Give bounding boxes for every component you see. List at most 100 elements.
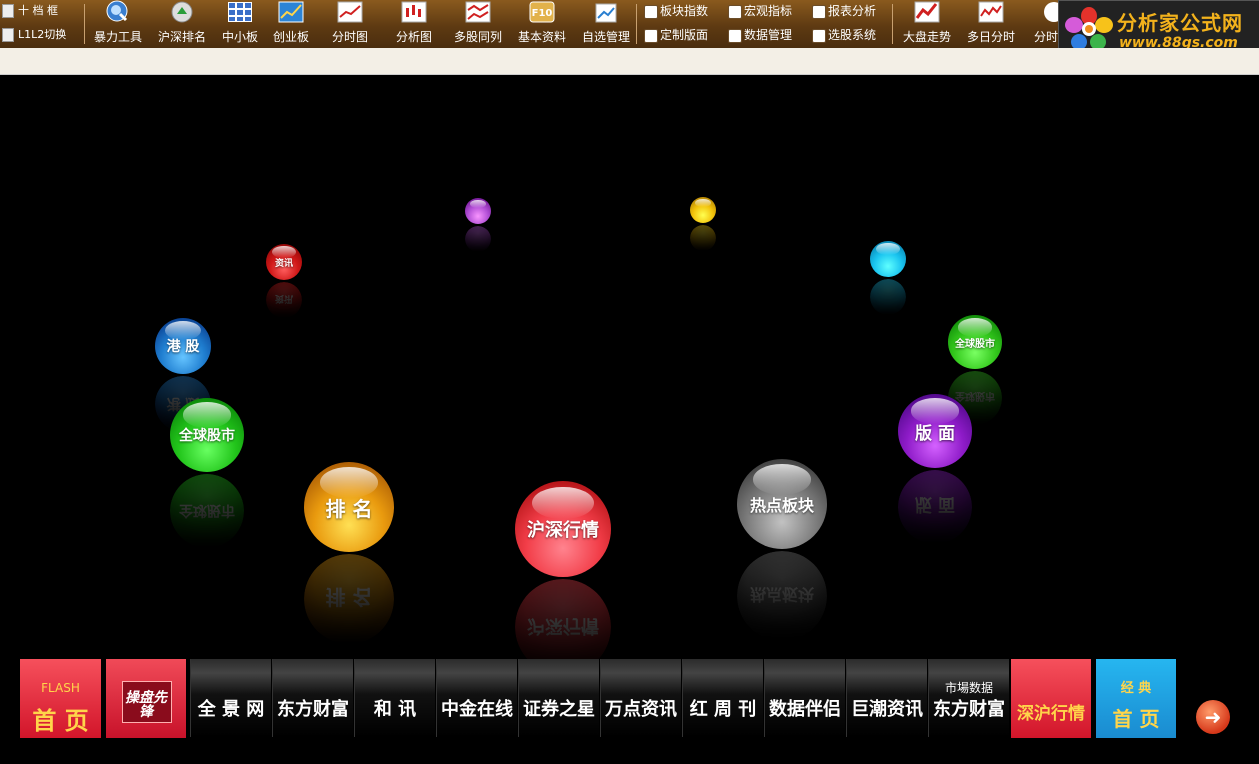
nav-link-10[interactable]: 市場数据 东方财富 [928, 659, 1009, 737]
cyan-small-ball-reflection [870, 279, 906, 315]
classic-home-button[interactable]: 经 典 首 页 [1096, 659, 1176, 738]
report-analysis-label: 报表分析 [828, 4, 877, 18]
purple-small-ball-reflection [465, 226, 491, 252]
custom-layout-button[interactable]: 定制版面 [644, 26, 708, 43]
nav-label: 巨潮资讯 [851, 699, 923, 720]
ranking-ball[interactable]: 排 名 [304, 462, 394, 552]
sme-board-button[interactable]: 中小板 [218, 0, 262, 48]
l1l2-switch-label: L1L2切换 [18, 28, 67, 41]
nav-label: 和 讯 [373, 699, 417, 720]
analysis-chart-label: 分析图 [395, 30, 432, 44]
watchlist-manage-button[interactable]: 自选管理 [578, 0, 634, 48]
gold-small-ball[interactable] [690, 197, 716, 223]
nav-link-7[interactable]: 红 周 刊 [682, 659, 763, 737]
data-icon [728, 28, 742, 43]
basic-info-button[interactable]: F10 基本资料 [512, 0, 572, 48]
nav-label: 红 周 刊 [689, 699, 757, 720]
purple-small-ball[interactable] [465, 198, 491, 224]
nav-link-1[interactable]: 全 景 网 [190, 659, 271, 737]
nav-link-5[interactable]: 证券之星 [518, 659, 599, 737]
nav-label: 全 景 网 [197, 699, 265, 720]
ranking-ball-reflection-label: 排 名 [325, 585, 373, 610]
multi-day-intraday-button[interactable]: 多日分时 [962, 0, 1020, 48]
layout-ball[interactable]: 版 面 [898, 394, 972, 468]
multi-stock-button[interactable]: 多股同列 [448, 0, 508, 48]
compass-icon [171, 1, 193, 23]
market-trend-button[interactable]: 大盘走势 [898, 0, 956, 48]
hk-stock-ball[interactable]: 港 股 [155, 318, 211, 374]
macro-indicator-button[interactable]: 宏观指标 [728, 2, 792, 19]
global-market-ball-right[interactable]: 全球股市 [948, 315, 1002, 369]
global-market-ball-left[interactable]: 全球股市 [170, 398, 244, 472]
layout-ball-label: 版 面 [915, 423, 955, 444]
nav-label: 数据伴侣 [769, 699, 841, 720]
nav-link-8[interactable]: 数据伴侣 [764, 659, 845, 737]
l1l2-switch-button[interactable]: L1L2切换 [2, 26, 66, 44]
basic-info-label: 基本资料 [517, 30, 566, 44]
violence-tools-button[interactable]: 暴力工具 [88, 0, 148, 48]
nav-link-3[interactable]: 和 讯 [354, 659, 435, 737]
data-manage-label: 数据管理 [744, 28, 793, 42]
violence-tools-label: 暴力工具 [93, 30, 142, 44]
global-market-ball-right-reflection-label: 全球股市 [955, 390, 995, 402]
nav-link-2[interactable]: 东方财富 [272, 659, 353, 737]
bottom-nav-bar: FLASH 首 页 操盘先锋 全 景 网东方财富 和 讯 中金在线 证券之星 万点资讯红… [0, 655, 1259, 764]
hushen-market-ball-reflection-label: 沪深行情 [527, 615, 599, 636]
next-arrow-button[interactable]: ➜ [1196, 700, 1230, 734]
f10-icon: F10 [529, 1, 555, 23]
portfolio-icon [595, 3, 617, 23]
custom-layout-label: 定制版面 [660, 28, 709, 42]
magnifier-icon [106, 0, 128, 22]
report-icon [812, 4, 826, 19]
chinext-button[interactable]: 创业板 [268, 0, 314, 48]
shenhu-market-button[interactable]: 深沪行情 [1011, 659, 1091, 738]
ranking-ball-label: 排 名 [325, 496, 373, 521]
toolbar-divider [636, 4, 637, 44]
report-analysis-button[interactable]: 报表分析 [812, 2, 876, 19]
multi-day-intraday-label: 多日分时 [966, 30, 1015, 44]
hushen-market-ball-label: 沪深行情 [527, 520, 599, 541]
hk-stock-ball-label: 港 股 [166, 339, 200, 355]
hot-sector-ball-reflection: 热点板块 [737, 551, 827, 641]
layout-icon [644, 28, 658, 43]
nav-label: 中金在线 [441, 699, 513, 720]
hushen-market-ball[interactable]: 沪深行情 [515, 481, 611, 577]
data-manage-button[interactable]: 数据管理 [728, 26, 792, 43]
classic-home-label: 首 页 [1112, 707, 1160, 731]
checkbox-icon [2, 4, 14, 18]
hot-sector-ball[interactable]: 热点板块 [737, 459, 827, 549]
nav-link-4[interactable]: 中金在线 [436, 659, 517, 737]
line-chart-icon [337, 1, 363, 23]
global-market-ball-right-label: 全球股市 [955, 338, 995, 350]
chinext-label: 创业板 [272, 30, 309, 44]
caopan-pioneer-button[interactable]: 操盘先锋 [106, 659, 186, 738]
nav-link-6[interactable]: 万点资讯 [600, 659, 681, 737]
global-market-ball-left-reflection: 全球股市 [170, 474, 244, 548]
news-ball-label: 资讯 [274, 258, 293, 269]
global-market-ball-left-label: 全球股市 [179, 428, 235, 444]
cyan-small-ball[interactable] [870, 241, 906, 277]
nav-label: 东方财富 [277, 699, 349, 720]
classic-label: 经 典 [1120, 681, 1152, 696]
intraday-chart-button[interactable]: 分时图 [326, 0, 374, 48]
ten-level-box-button[interactable]: 十 档 框 [2, 2, 58, 20]
ranking-ball-reflection: 排 名 [304, 554, 394, 644]
macro-icon [728, 4, 742, 19]
hot-sector-ball-label: 热点板块 [749, 496, 814, 515]
watchlist-manage-label: 自选管理 [581, 30, 630, 44]
multi-stock-label: 多股同列 [453, 30, 502, 44]
stock-screener-button[interactable]: 选股系统 [812, 26, 876, 43]
hushen-rank-label: 沪深排名 [157, 30, 206, 44]
flash-home-button[interactable]: FLASH 首 页 [20, 659, 101, 738]
screener-icon [812, 28, 826, 43]
flash-home-label: 首 页 [32, 707, 89, 735]
nav-link-9[interactable]: 巨潮资讯 [846, 659, 927, 737]
hushen-rank-button[interactable]: 沪深排名 [152, 0, 212, 48]
news-ball-reflection-label: 资讯 [274, 293, 293, 304]
sector-index-button[interactable]: 板块指数 [644, 2, 708, 19]
stock-screener-label: 选股系统 [828, 28, 877, 42]
news-ball[interactable]: 资讯 [266, 244, 302, 280]
hot-sector-ball-reflection-label: 热点板块 [749, 585, 814, 604]
nav-label: 证券之星 [523, 699, 595, 720]
analysis-chart-button[interactable]: 分析图 [390, 0, 438, 48]
